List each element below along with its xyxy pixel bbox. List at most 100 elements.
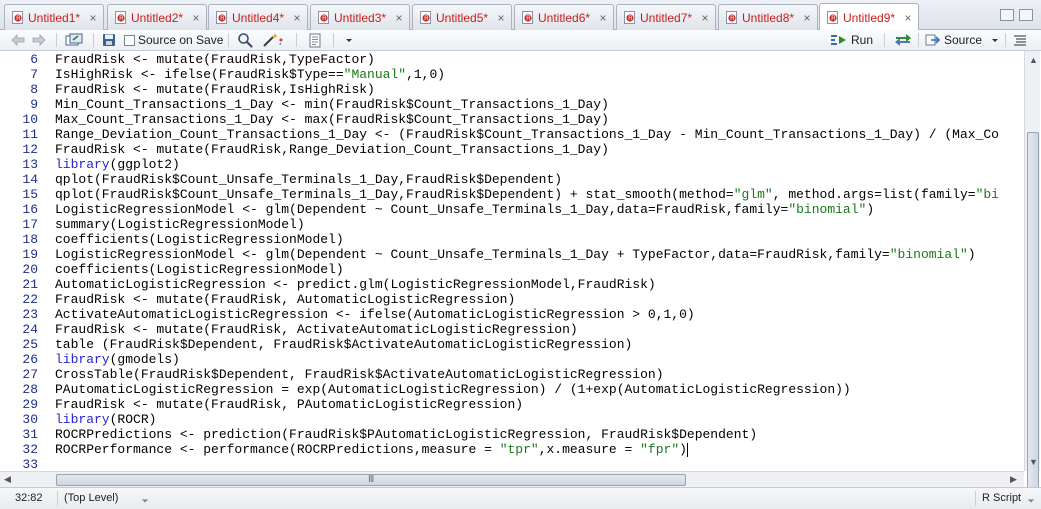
close-icon[interactable]: × [699, 11, 711, 25]
code-line: AutomaticLogisticRegression <- predict.g… [55, 277, 656, 292]
keyword-token: library [55, 352, 110, 367]
tab-untitled-7[interactable]: R Untitled7* × [616, 4, 716, 30]
close-icon[interactable]: × [495, 11, 507, 25]
editor-toolbar: Source on Save Run Source [0, 30, 1041, 51]
tab-untitled-2[interactable]: R Untitled2* × [107, 4, 207, 30]
line-number: 12 [22, 142, 38, 157]
code-tools-button[interactable] [262, 32, 284, 48]
code-token: qplot(FraudRisk$Count_Unsafe_Terminals_1… [55, 172, 563, 187]
line-number: 8 [30, 82, 38, 97]
code-line: Range_Deviation_Count_Transactions_1_Day… [55, 127, 999, 142]
tab-untitled-4[interactable]: R Untitled3* × [310, 4, 410, 30]
code-line: library(ROCR) [55, 412, 156, 427]
line-number: 33 [22, 457, 38, 471]
source-button[interactable]: Source [925, 32, 1000, 48]
code-line: qplot(FraudRisk$Count_Unsafe_Terminals_1… [55, 187, 999, 202]
tab-label: Untitled4* [232, 10, 285, 25]
code-token: ) [967, 247, 976, 262]
source-arrow-icon [925, 34, 941, 46]
string-token: "binomial" [788, 202, 867, 217]
line-number: 30 [22, 412, 38, 427]
file-type-selector[interactable]: R Script [982, 492, 1021, 504]
close-icon[interactable]: × [393, 11, 405, 25]
code-token: FraudRisk <- mutate(FraudRisk, PAutomati… [55, 397, 524, 412]
code-token: (ggplot2) [109, 157, 180, 172]
scroll-up-arrow-icon[interactable]: ▲ [1029, 55, 1038, 65]
code-line: FraudRisk <- mutate(FraudRisk,IsHighRisk… [55, 82, 375, 97]
close-icon[interactable]: × [190, 11, 202, 25]
back-arrow-icon [11, 34, 25, 46]
horizontal-scrollbar[interactable]: ◀ III ▶ [0, 471, 1024, 487]
code-token: ROCRPerformance <- performance(ROCRPredi… [55, 442, 500, 457]
vertical-scroll-thumb[interactable] [1027, 132, 1039, 504]
compile-report-button[interactable] [308, 32, 322, 48]
line-number: 18 [22, 232, 38, 247]
more-options-dropdown[interactable] [344, 32, 354, 48]
source-on-save-checkbox[interactable] [124, 34, 135, 46]
close-icon[interactable]: × [291, 11, 303, 25]
show-in-window-button[interactable] [65, 32, 83, 48]
tab-untitled-6[interactable]: R Untitled6* × [514, 4, 614, 30]
magic-wand-icon [263, 33, 283, 47]
tab-untitled-9[interactable]: R Untitled9* × [819, 3, 919, 31]
document-outline-button[interactable] [1013, 32, 1027, 48]
scope-indicator[interactable]: (Top Level) [64, 492, 118, 504]
code-token: ROCRPredictions <- prediction(FraudRisk$… [55, 427, 758, 442]
code-token: PAutomaticLogisticRegression = exp(Autom… [55, 382, 851, 397]
vertical-scrollbar[interactable]: ▲ ▼ [1024, 51, 1040, 504]
string-token: "tpr" [499, 442, 539, 457]
close-icon[interactable]: × [87, 11, 99, 25]
line-number: 11 [22, 127, 38, 142]
line-number: 20 [22, 262, 38, 277]
svg-text:R: R [831, 16, 836, 22]
forward-button[interactable] [31, 32, 47, 48]
rerun-button[interactable] [893, 32, 913, 48]
code-token: LogisticRegressionModel <- glm(Dependent… [55, 247, 890, 262]
code-token: ) [679, 442, 687, 457]
scroll-left-arrow-icon[interactable]: ◀ [4, 474, 11, 485]
line-number: 26 [22, 352, 38, 367]
line-number: 9 [30, 97, 38, 112]
r-script-file-icon: R [623, 11, 636, 24]
chevron-down-icon[interactable] [1027, 494, 1035, 508]
chevron-down-icon[interactable] [141, 494, 149, 508]
close-icon[interactable]: × [801, 11, 813, 25]
run-button[interactable]: Run [830, 32, 873, 48]
code-token: summary(LogisticRegressionModel) [55, 217, 305, 232]
horizontal-scroll-thumb[interactable]: III [56, 474, 686, 486]
maximize-pane-button[interactable] [1019, 9, 1033, 21]
rerun-arrows-icon [895, 34, 911, 46]
r-script-file-icon: R [419, 11, 432, 24]
code-line: ROCRPerformance <- performance(ROCRPredi… [55, 442, 688, 457]
close-icon[interactable]: × [597, 11, 609, 25]
code-line: FraudRisk <- mutate(FraudRisk,Range_Devi… [55, 142, 609, 157]
tab-label: Untitled8* [742, 10, 795, 25]
minimize-pane-button[interactable] [1000, 9, 1014, 21]
line-number: 16 [22, 202, 38, 217]
code-token: qplot(FraudRisk$Count_Unsafe_Terminals_1… [55, 187, 734, 202]
code-line: CrossTable(FraudRisk$Dependent, FraudRis… [55, 367, 664, 382]
svg-text:R: R [730, 16, 735, 22]
tab-untitled-1[interactable]: R Untitled1* × [4, 4, 104, 30]
line-number: 32 [22, 442, 38, 457]
tab-untitled-5[interactable]: R Untitled5* × [412, 4, 512, 30]
save-button[interactable] [102, 32, 116, 48]
code-editor[interactable]: 6 FraudRisk <- mutate(FraudRisk,TypeFacto… [0, 51, 1024, 471]
code-token: (gmodels) [109, 352, 180, 367]
back-button[interactable] [10, 32, 26, 48]
find-replace-button[interactable] [237, 32, 253, 48]
outline-lines-icon [1014, 35, 1026, 46]
close-icon[interactable]: × [902, 11, 914, 25]
floppy-disk-icon [103, 34, 115, 46]
line-number: 19 [22, 247, 38, 262]
report-page-icon [309, 33, 321, 47]
scroll-down-arrow-icon[interactable]: ▼ [1029, 457, 1038, 467]
line-number: 6 [30, 52, 38, 67]
source-on-save-toggle[interactable]: Source on Save [124, 32, 223, 48]
tab-untitled-8[interactable]: R Untitled8* × [718, 4, 818, 30]
scroll-right-arrow-icon[interactable]: ▶ [1010, 474, 1017, 485]
tab-untitled-3[interactable]: R Untitled4* × [208, 4, 308, 30]
svg-text:R: R [220, 16, 225, 22]
chevron-down-icon[interactable] [990, 35, 1000, 45]
code-token: Range_Deviation_Count_Transactions_1_Day… [55, 127, 999, 142]
